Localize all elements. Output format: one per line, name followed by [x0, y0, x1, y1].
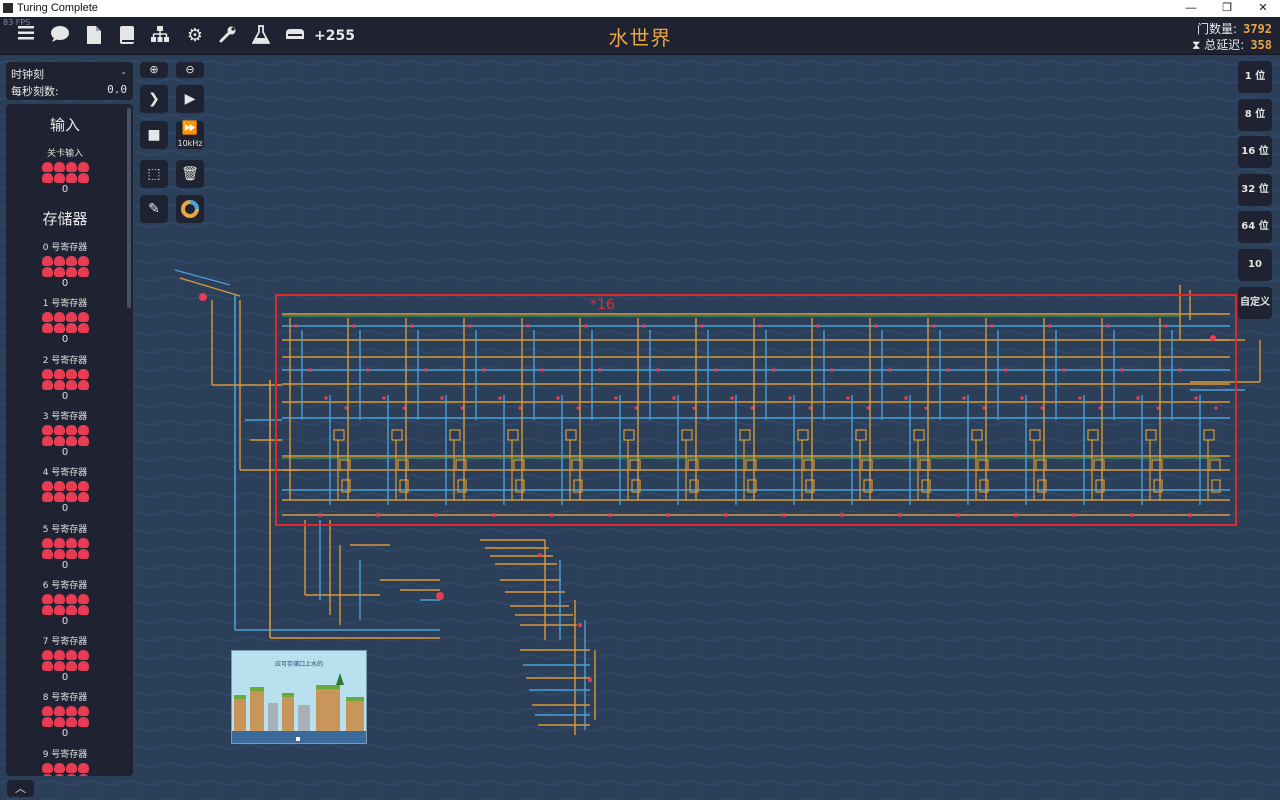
pencil-icon[interactable]: ✎ — [140, 195, 168, 223]
sidebar-scrollbar[interactable] — [127, 108, 131, 308]
io-sidebar[interactable]: 输入 关卡输入 0 存储器 0 号寄存器 0 1 号寄存器 0 2 号寄存器 0 3 号寄存… — [6, 104, 133, 776]
register-label: 9 号寄存器 — [42, 749, 88, 760]
register-value: 0 — [61, 278, 69, 289]
register-value: 0 — [61, 728, 69, 740]
bit-width-button-4[interactable]: 64 位 — [1238, 211, 1272, 244]
register-label: 1 号寄存器 — [42, 299, 88, 310]
register-bits — [42, 650, 89, 672]
tps-value: 0.0 — [107, 83, 127, 96]
register-bits — [42, 256, 89, 277]
register-4: 4 号寄存器 0 — [6, 465, 124, 514]
register-8: 8 号寄存器 0 — [6, 690, 124, 739]
register-bits — [42, 762, 89, 776]
register-label: 6 号寄存器 — [42, 580, 88, 591]
tick-label: 时钟刻 — [11, 68, 44, 81]
register-bits — [42, 706, 89, 728]
fast-forward-label: 10kHz — [177, 139, 203, 148]
select-box-icon[interactable]: ⬚ — [140, 160, 168, 188]
register-label: 3 号寄存器 — [42, 411, 88, 422]
register-1: 1 号寄存器 0 — [6, 296, 124, 345]
register-label: 7 号寄存器 — [42, 637, 88, 648]
fps-counter: 83 FPS — [3, 18, 31, 27]
fast-forward-button[interactable]: ⏩ 10kHz — [176, 121, 204, 149]
zoom-out-icon[interactable]: ⊖ — [176, 62, 204, 78]
stop-icon[interactable]: ■ — [140, 121, 168, 149]
bit-width-button-6[interactable]: 自定义 — [1238, 286, 1272, 319]
register-bits — [42, 368, 89, 390]
clock-panel: 时钟刻 - 每秒刻数: 0.0 — [6, 62, 133, 100]
play-icon[interactable]: ▶ — [176, 85, 204, 113]
step-icon[interactable]: ❯ — [140, 85, 168, 113]
register-value: 0 — [61, 334, 69, 346]
tick-value: - — [120, 66, 127, 79]
register-bits — [42, 424, 89, 446]
preview-caption: 应可存储口上水的 — [274, 661, 323, 668]
register-label: 5 号寄存器 — [42, 524, 88, 535]
register-bits — [42, 537, 89, 559]
inputs-heading: 输入 — [49, 116, 80, 134]
level-input-bits — [42, 162, 89, 183]
bit-width-button-3[interactable]: 32 位 — [1238, 173, 1272, 206]
register-bits — [42, 312, 89, 334]
register-bits — [42, 481, 89, 503]
register-label: 2 号寄存器 — [42, 355, 88, 366]
register-value: 0 — [61, 559, 69, 571]
register-value: 0 — [61, 672, 69, 684]
register-value: 0 — [61, 446, 69, 458]
chevron-up-icon[interactable]: ︿ — [7, 780, 34, 797]
register-2: 2 号寄存器 0 — [6, 353, 124, 402]
register-6: 6 号寄存器 0 — [6, 578, 124, 627]
zoom-in-icon[interactable]: ⊕ — [140, 62, 168, 78]
register-label: 0 号寄存器 — [42, 243, 88, 253]
register-3: 3 号寄存器 0 — [6, 409, 124, 458]
register-label: 8 号寄存器 — [42, 693, 88, 704]
color-wheel-icon[interactable] — [176, 195, 204, 223]
register-9: 9 号寄存器 — [6, 747, 124, 776]
level-input-label: 关卡输入 — [46, 149, 83, 159]
trash-icon[interactable]: 🗑 — [176, 160, 204, 188]
level-input-value: 0 — [61, 184, 69, 195]
register-5: 5 号寄存器 0 — [6, 522, 124, 571]
register-bits — [42, 593, 89, 615]
tps-label: 每秒刻数: — [11, 85, 59, 98]
bit-width-button-0[interactable]: 1 位 — [1238, 61, 1272, 93]
register-value: 0 — [61, 390, 69, 402]
register-7: 7 号寄存器 0 — [6, 634, 124, 683]
level-input: 关卡输入 0 — [6, 146, 124, 195]
register-value: 0 — [61, 503, 69, 515]
bit-width-button-2[interactable]: 16 位 — [1238, 136, 1272, 169]
level-preview[interactable]: 应可存储口上水的 — [231, 650, 367, 744]
selection-annotation: *16 — [590, 297, 615, 313]
register-value: 0 — [61, 615, 69, 627]
storage-heading: 存储器 — [42, 210, 88, 228]
bit-width-button-1[interactable]: 8 位 — [1238, 98, 1272, 131]
register-label: 4 号寄存器 — [42, 468, 88, 479]
bit-width-button-5[interactable]: 10 — [1238, 249, 1272, 281]
register-0: 0 号寄存器 0 — [6, 240, 124, 289]
